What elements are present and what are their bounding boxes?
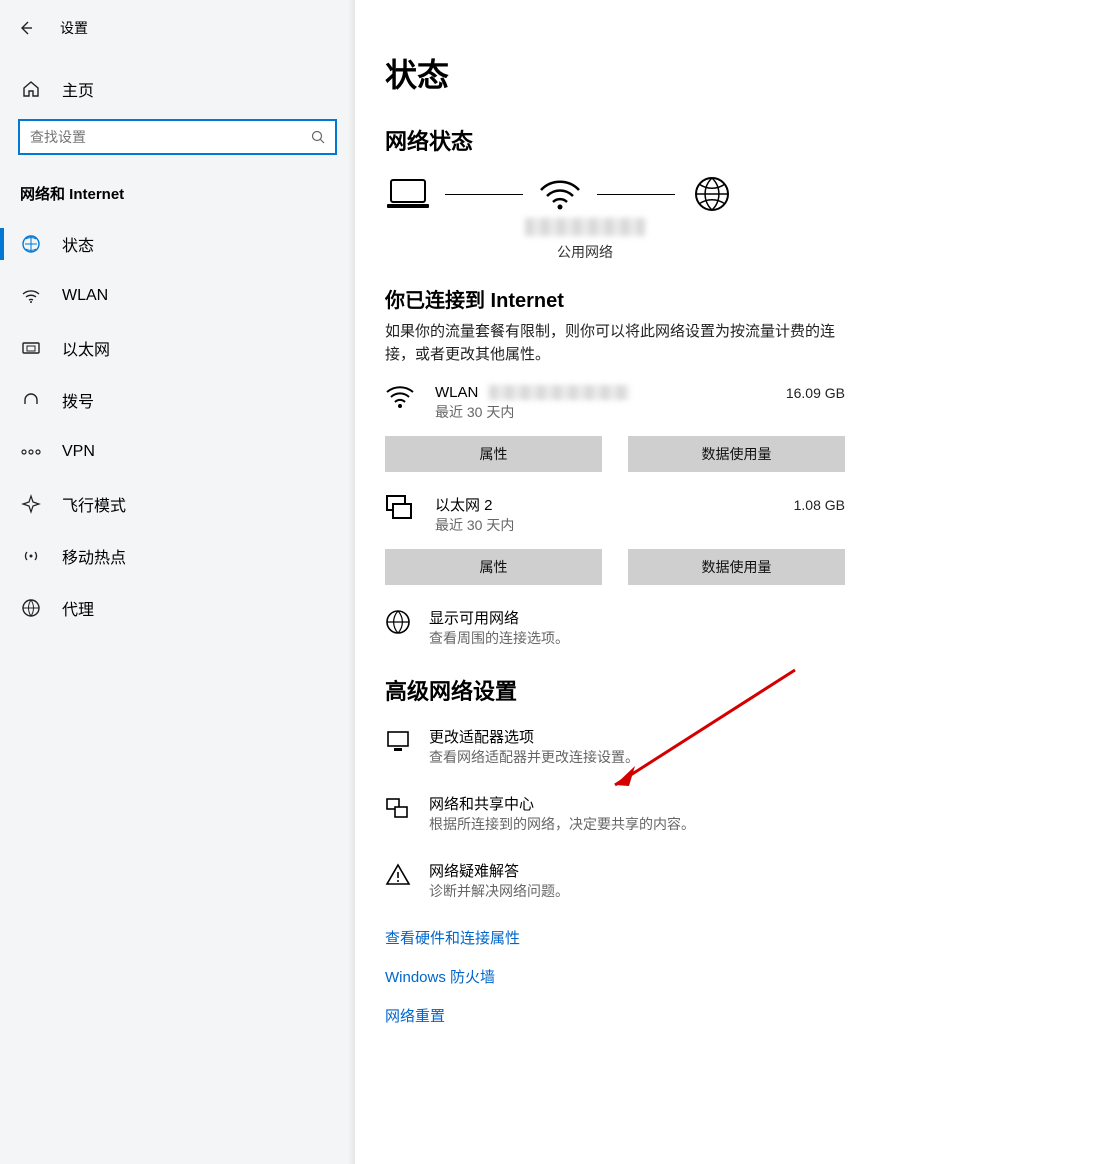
- sharing-center-link[interactable]: 网络和共享中心 根据所连接到的网络，决定要共享的内容。: [385, 793, 1078, 834]
- warning-icon: [385, 862, 413, 888]
- wifi-icon: [20, 285, 42, 307]
- titlebar: 设置: [0, 10, 355, 45]
- sidebar-item-dialup[interactable]: 拨号: [0, 374, 355, 426]
- connection-usage: 16.09 GB: [786, 385, 845, 401]
- firewall-link[interactable]: Windows 防火墙: [385, 966, 1078, 987]
- search-icon: [311, 130, 325, 144]
- laptop-icon: [385, 176, 431, 212]
- network-type-label: 公用网络: [557, 242, 613, 262]
- sidebar-item-label: 以太网: [62, 336, 110, 360]
- sidebar-item-airplane[interactable]: 飞行模式: [0, 478, 355, 530]
- wifi-device-icon: [537, 176, 583, 212]
- dialup-icon: [20, 389, 42, 411]
- connection-name: 以太网 2: [435, 494, 493, 515]
- hotspot-icon: [20, 545, 42, 567]
- properties-button[interactable]: 属性: [385, 549, 602, 585]
- sidebar-item-label: 拨号: [62, 388, 94, 412]
- main-content: 状态 网络状态 公用网络 你已连接到 Internet 如果你的流量套餐有限制，…: [355, 0, 1108, 1164]
- adv-item-title: 网络疑难解答: [429, 860, 569, 881]
- search-input-wrap: [18, 119, 337, 155]
- adv-item-desc: 查看网络适配器并更改连接设置。: [429, 747, 639, 767]
- home-icon: [20, 78, 42, 100]
- hardware-link[interactable]: 查看硬件和连接属性: [385, 927, 1078, 948]
- back-button[interactable]: [6, 13, 46, 43]
- connected-subhead: 你已连接到 Internet: [385, 284, 1078, 313]
- airplane-icon: [20, 493, 42, 515]
- connection-period: 最近 30 天内: [435, 402, 845, 422]
- adv-item-desc: 诊断并解决网络问题。: [429, 881, 569, 901]
- diagram-line: [445, 194, 523, 195]
- show-networks-desc: 查看周围的连接选项。: [429, 628, 569, 648]
- connection-usage: 1.08 GB: [794, 497, 845, 513]
- sidebar-item-label: WLAN: [62, 287, 108, 305]
- blurred-ssid: [489, 385, 629, 400]
- sidebar-item-label: 状态: [62, 232, 94, 256]
- sidebar-item-wlan[interactable]: WLAN: [0, 270, 355, 322]
- sidebar-item-label: 移动热点: [62, 544, 126, 568]
- sidebar: 设置 主页 网络和 Internet 状态: [0, 0, 355, 1164]
- sidebar-item-status[interactable]: 状态: [0, 218, 355, 270]
- connection-name: WLAN: [435, 384, 478, 401]
- vpn-icon: [20, 441, 42, 463]
- proxy-icon: [20, 597, 42, 619]
- section-advanced-settings: 高级网络设置: [385, 674, 1078, 706]
- connected-desc: 如果你的流量套餐有限制，则你可以将此网络设置为按流量计费的连接，或者更改其他属性…: [385, 321, 845, 366]
- wifi-icon: [385, 384, 425, 410]
- data-usage-button[interactable]: 数据使用量: [628, 436, 845, 472]
- show-networks-title: 显示可用网络: [429, 607, 569, 628]
- adv-item-desc: 根据所连接到的网络，决定要共享的内容。: [429, 814, 695, 834]
- properties-button[interactable]: 属性: [385, 436, 602, 472]
- search-input[interactable]: [28, 128, 301, 146]
- show-networks-link[interactable]: 显示可用网络 查看周围的连接选项。: [385, 607, 1078, 648]
- sidebar-home-label: 主页: [62, 77, 94, 101]
- adapter-icon: [385, 728, 413, 754]
- data-usage-button[interactable]: 数据使用量: [628, 549, 845, 585]
- sidebar-item-vpn[interactable]: VPN: [0, 426, 355, 478]
- sidebar-item-hotspot[interactable]: 移动热点: [0, 530, 355, 582]
- connection-ethernet: 以太网 2 1.08 GB 最近 30 天内: [385, 494, 845, 535]
- window-title: 设置: [60, 18, 88, 38]
- network-identity: 公用网络: [515, 218, 655, 262]
- page-title: 状态: [385, 50, 1078, 96]
- sidebar-home[interactable]: 主页: [0, 63, 355, 115]
- blurred-ssid: [525, 218, 645, 236]
- sidebar-group-title: 网络和 Internet: [0, 155, 355, 218]
- adapter-options-link[interactable]: 更改适配器选项 查看网络适配器并更改连接设置。: [385, 726, 1078, 767]
- ethernet-icon: [20, 337, 42, 359]
- network-reset-link[interactable]: 网络重置: [385, 1005, 1078, 1026]
- adv-item-title: 更改适配器选项: [429, 726, 639, 747]
- arrow-left-icon: [18, 20, 34, 36]
- diagram-line: [597, 194, 675, 195]
- sidebar-item-label: 代理: [62, 596, 94, 620]
- status-icon: [20, 233, 42, 255]
- sidebar-item-proxy[interactable]: 代理: [0, 582, 355, 634]
- sharing-icon: [385, 795, 413, 821]
- connection-period: 最近 30 天内: [435, 515, 845, 535]
- sidebar-item-ethernet[interactable]: 以太网: [0, 322, 355, 374]
- sidebar-item-label: VPN: [62, 443, 95, 461]
- section-network-status: 网络状态: [385, 124, 1078, 156]
- globe-icon: [689, 176, 735, 212]
- troubleshoot-link[interactable]: 网络疑难解答 诊断并解决网络问题。: [385, 860, 1078, 901]
- connection-wlan: WLAN 16.09 GB 最近 30 天内: [385, 384, 845, 422]
- sidebar-item-label: 飞行模式: [62, 492, 126, 516]
- ethernet-icon: [385, 494, 425, 520]
- network-diagram: [385, 176, 1078, 212]
- globe-icon: [385, 609, 413, 635]
- adv-item-title: 网络和共享中心: [429, 793, 695, 814]
